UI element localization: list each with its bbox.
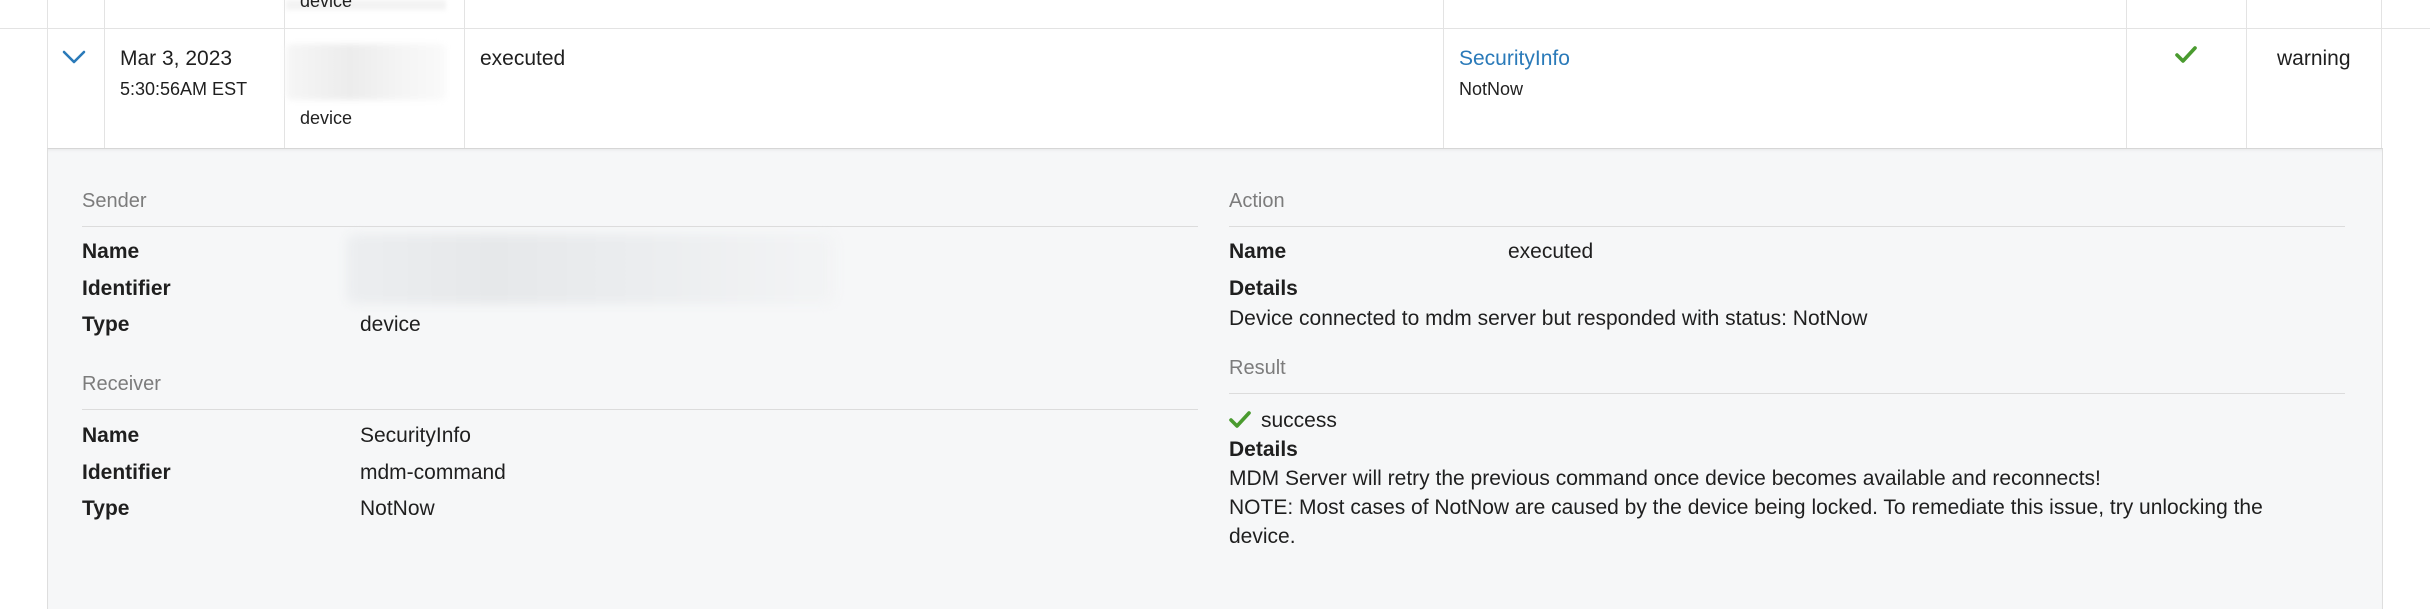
- result-details-line3: device.: [1229, 525, 1296, 548]
- checkmark-icon: [2175, 46, 2197, 64]
- receiver-name-value: SecurityInfo: [360, 424, 471, 447]
- row-action: executed: [480, 47, 566, 70]
- sender-identifier-label: Identifier: [82, 277, 171, 300]
- chevron-down-icon[interactable]: [60, 48, 88, 66]
- row-details-panel: [47, 148, 2383, 609]
- row-receiver-link[interactable]: SecurityInfo: [1459, 47, 1570, 71]
- action-name-label: Name: [1229, 240, 1287, 263]
- row-time: 5:30:56AM EST: [120, 79, 248, 99]
- result-details-line2: NOTE: Most cases of NotNow are caused by…: [1229, 496, 2263, 519]
- sender-section-title: Sender: [82, 190, 147, 212]
- row-sender-type: device: [300, 108, 353, 128]
- checkmark-icon: [1229, 411, 1251, 429]
- sender-type-label: Type: [82, 313, 130, 336]
- result-details-line1: MDM Server will retry the previous comma…: [1229, 467, 2101, 490]
- action-section-title: Action: [1229, 190, 1285, 212]
- receiver-identifier-label: Identifier: [82, 461, 171, 484]
- row-level: warning: [2277, 47, 2351, 70]
- sender-type-value: device: [360, 313, 421, 336]
- action-details-text: Device connected to mdm server but respo…: [1229, 307, 1868, 330]
- action-details-label: Details: [1229, 277, 1298, 300]
- redacted-sender-name: [286, 44, 446, 100]
- result-status: success: [1261, 409, 1337, 432]
- receiver-identifier-value: mdm-command: [360, 461, 506, 484]
- receiver-name-label: Name: [82, 424, 140, 447]
- result-details-label: Details: [1229, 438, 1298, 461]
- sender-name-label: Name: [82, 240, 140, 263]
- row-receiver-sub: NotNow: [1459, 79, 1524, 99]
- row-date: Mar 3, 2023: [120, 47, 233, 70]
- previous-row-sender-type: device: [300, 0, 353, 11]
- receiver-type-label: Type: [82, 497, 130, 520]
- redacted-sender-values: [346, 234, 836, 304]
- receiver-type-value: NotNow: [360, 497, 435, 520]
- receiver-section-title: Receiver: [82, 373, 161, 395]
- action-name-value: executed: [1508, 240, 1594, 263]
- result-section-title: Result: [1229, 357, 1286, 379]
